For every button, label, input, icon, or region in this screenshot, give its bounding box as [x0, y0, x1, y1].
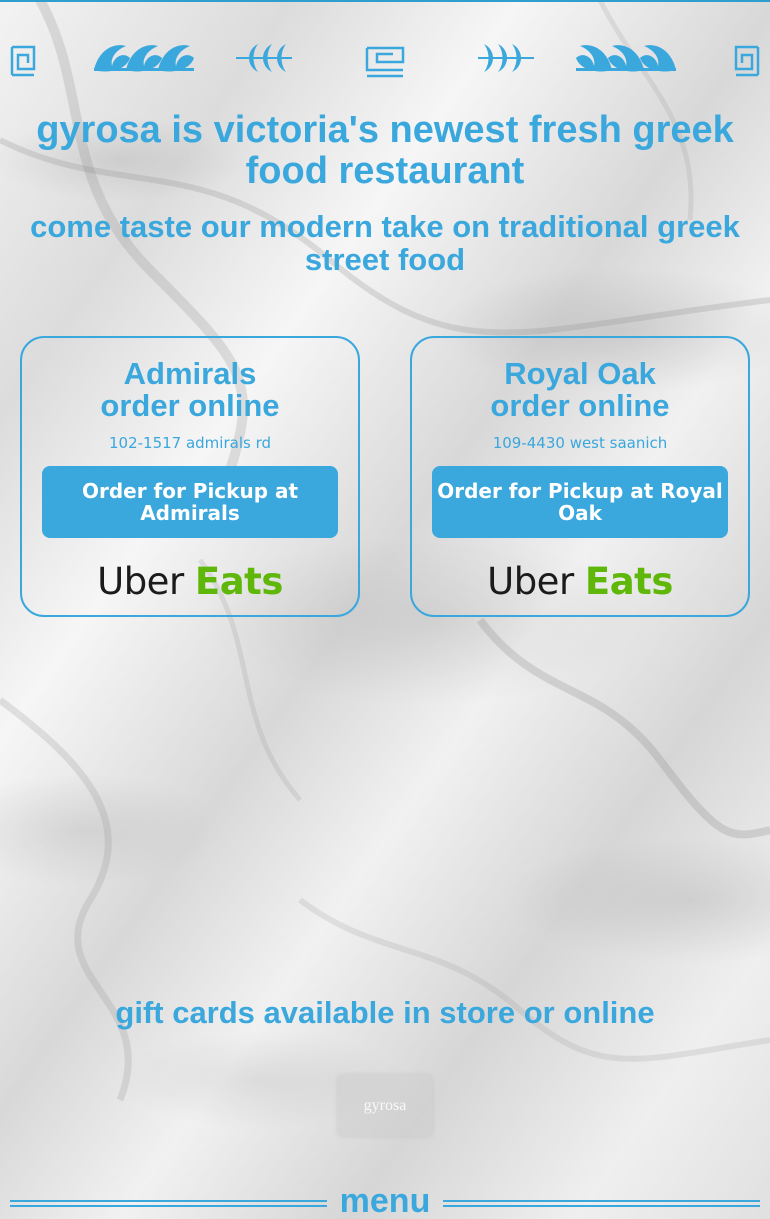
gift-card-brand: gyrosa: [363, 1097, 407, 1114]
hero-headline: gyrosa is victoria's newest fresh greek …: [36, 109, 734, 192]
wave-scroll-icon: [576, 45, 676, 72]
gift-cards-heading: gift cards available in store or online: [115, 995, 655, 1030]
location-name: Admirals: [123, 356, 257, 391]
uber-eats-logo-uber: Uber: [97, 560, 184, 603]
divider-line-left: [10, 1200, 327, 1207]
top-border-line: [0, 0, 770, 2]
location-name: Royal Oak: [504, 356, 656, 391]
uber-eats-admirals-link[interactable]: Uber Eats: [85, 562, 295, 602]
arrows-left-icon: [236, 44, 292, 72]
greek-ornament-band: [0, 30, 770, 86]
greek-key-icon: [365, 46, 405, 78]
menu-heading: menu: [339, 1182, 431, 1219]
menu-section-header: menu: [0, 1181, 770, 1219]
location-address: 109-4430 west saanich: [492, 434, 668, 452]
uber-eats-logo-eats: Eats: [584, 560, 673, 603]
wave-scroll-icon: [94, 45, 194, 72]
uber-eats-logo-uber: Uber: [487, 560, 574, 603]
uber-eats-logo-eats: Eats: [194, 560, 283, 603]
hero-subline: come taste our modern take on traditiona…: [30, 209, 740, 277]
gift-card-image[interactable]: gyrosa: [338, 1075, 432, 1136]
location-title: Royal Oak order online: [412, 358, 748, 422]
divider-line-right: [443, 1200, 760, 1207]
order-online-label: order online: [490, 388, 670, 423]
greek-key-icon: [734, 45, 760, 77]
location-address: 102-1517 admirals rd: [108, 434, 271, 452]
location-card-royal-oak: Royal Oak order online 109-4430 west saa…: [410, 336, 750, 617]
order-online-label: order online: [100, 388, 280, 423]
location-title: Admirals order online: [22, 358, 358, 422]
order-pickup-royal-oak-button[interactable]: Order for Pickup at Royal Oak: [432, 466, 728, 538]
arrows-right-icon: [478, 44, 534, 72]
location-card-admirals: Admirals order online 102-1517 admirals …: [20, 336, 360, 617]
uber-eats-royal-oak-link[interactable]: Uber Eats: [475, 562, 685, 602]
order-pickup-admirals-button[interactable]: Order for Pickup at Admirals: [42, 466, 338, 538]
greek-key-icon: [10, 45, 36, 77]
